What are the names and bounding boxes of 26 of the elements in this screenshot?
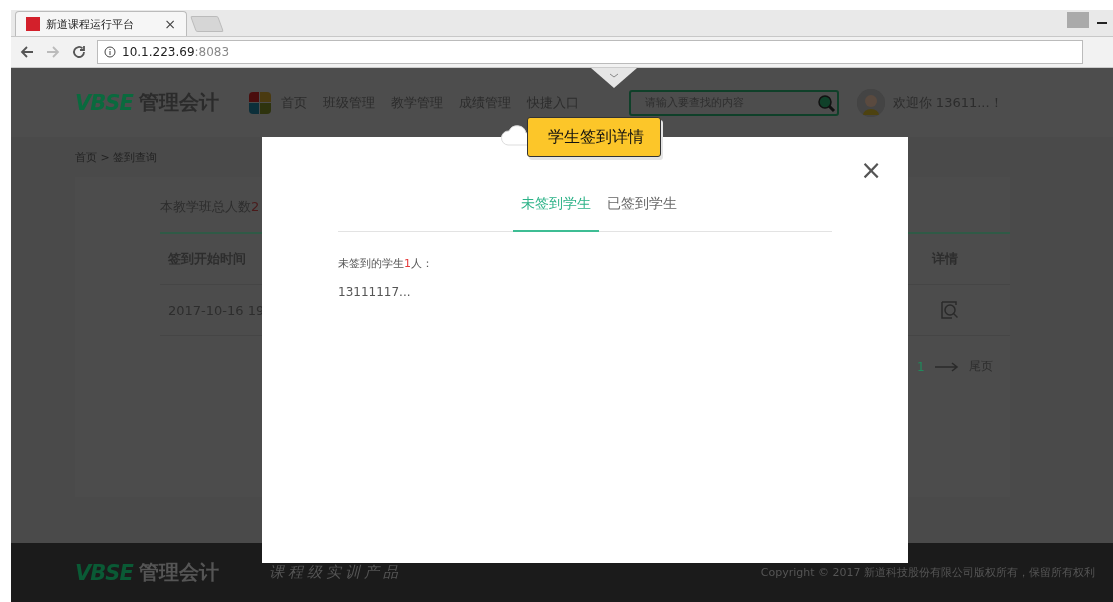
reload-icon[interactable]: [71, 44, 87, 60]
close-button[interactable]: ×: [860, 157, 882, 183]
dropdown-toggle-icon[interactable]: [591, 68, 637, 88]
tab[interactable]: 已签到学生: [599, 189, 685, 232]
info-icon: [104, 46, 116, 58]
minimize-icon[interactable]: [1097, 22, 1107, 24]
page-number-link[interactable]: 1: [917, 359, 925, 374]
url-text: 10.1.223.69:8083: [122, 45, 230, 59]
tab[interactable]: 未签到学生: [513, 189, 599, 232]
browser-tab[interactable]: 新道课程运行平台 ×: [15, 11, 187, 36]
right-arrow-icon[interactable]: [934, 361, 959, 372]
back-arrow-icon[interactable]: [19, 44, 35, 60]
app-grid-icon[interactable]: [248, 91, 271, 114]
vbse-logo: VBSE: [75, 560, 133, 585]
new-tab-button[interactable]: [190, 16, 224, 32]
view-details-icon[interactable]: [940, 300, 960, 320]
address-field[interactable]: 10.1.223.69:8083: [97, 40, 1083, 64]
site-favicon-icon: [26, 17, 40, 31]
modal-title: 学生签到详情: [527, 117, 661, 157]
tab-title: 新道课程运行平台: [46, 16, 135, 32]
forward-arrow-icon[interactable]: [45, 44, 61, 60]
logo-title: 管理会计: [138, 559, 219, 586]
absent-summary-text: 未签到的学生1人：: [338, 256, 434, 271]
tab-close-button[interactable]: ×: [164, 16, 176, 32]
student-id: 13111117...: [338, 285, 412, 299]
vbse-logo: VBSE: [75, 90, 133, 115]
